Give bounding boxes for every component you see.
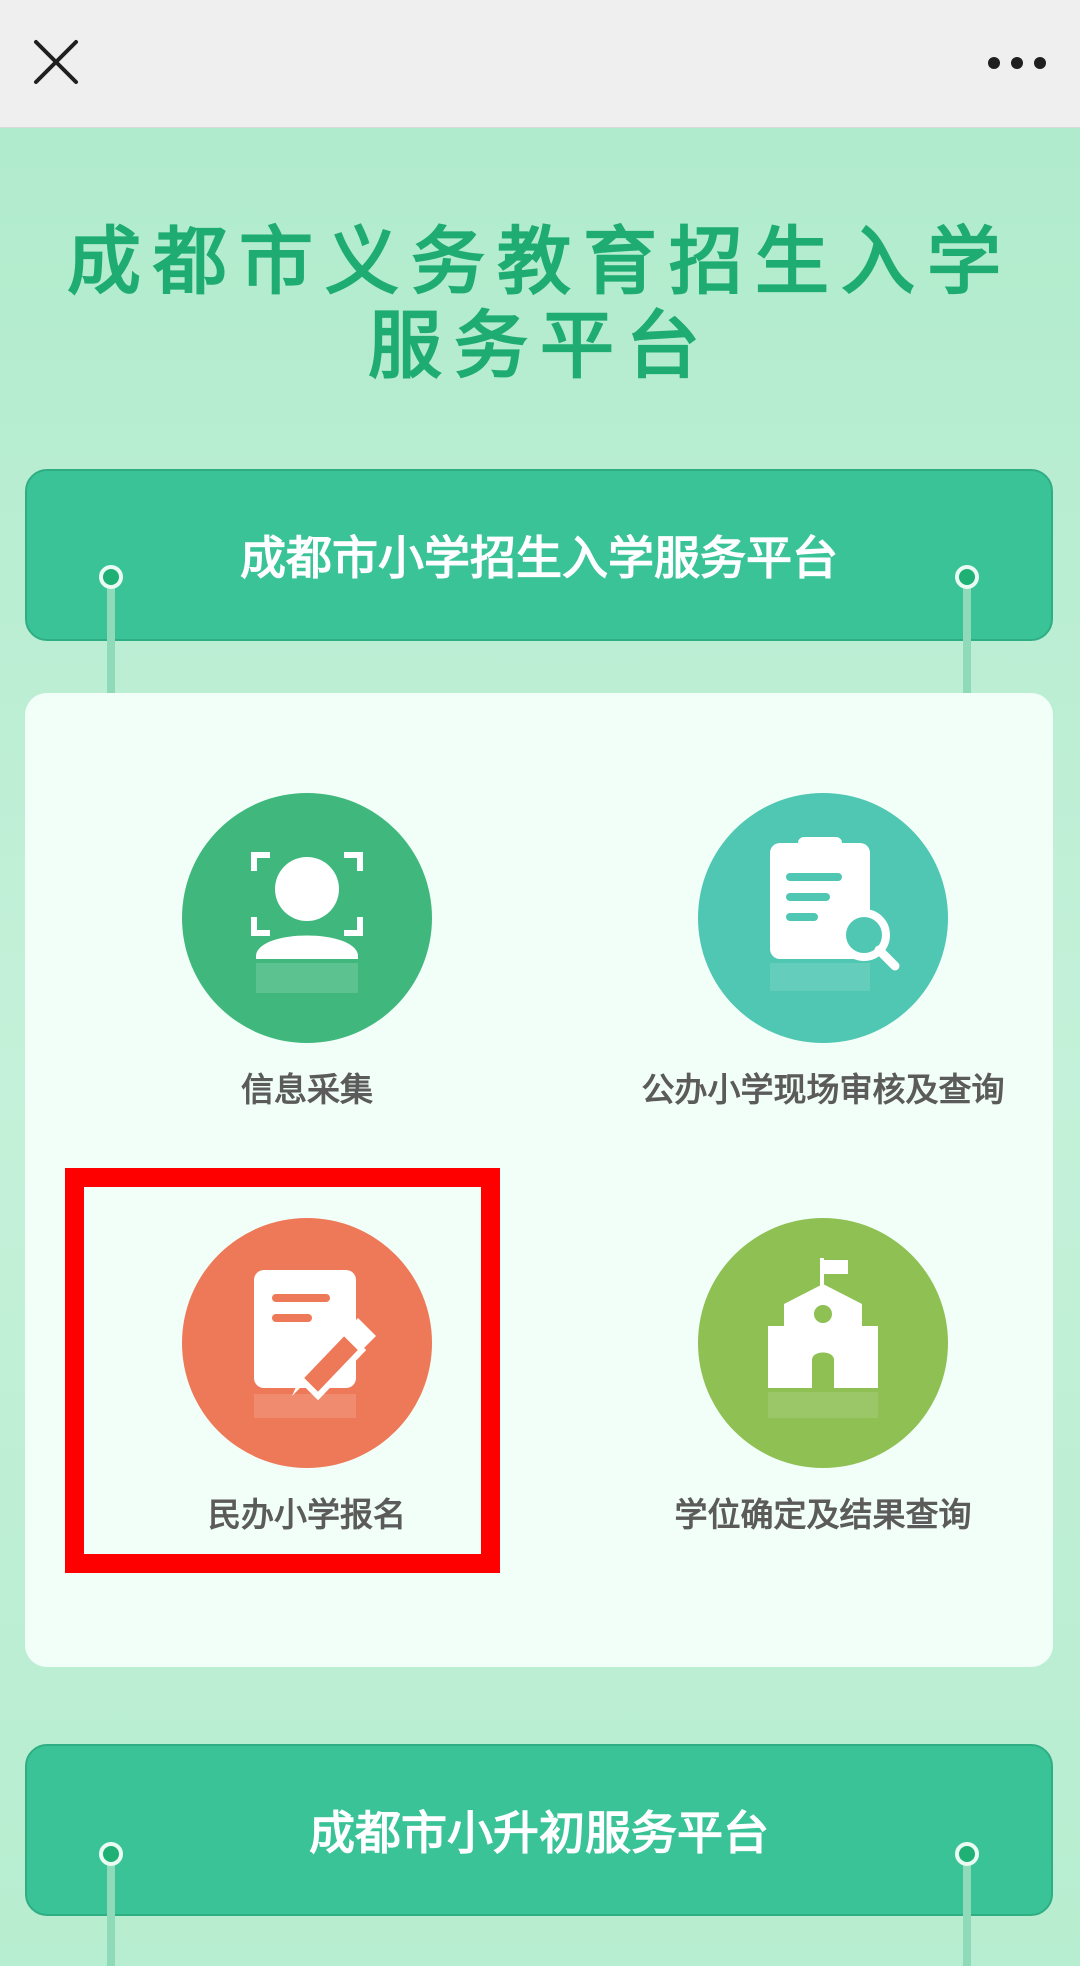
service-label: 民办小学报名 [208, 1495, 406, 1534]
service-circle [698, 793, 948, 1043]
service-label: 学位确定及结果查询 [674, 1495, 972, 1534]
left-connector-dot-top [99, 565, 123, 589]
close-icon [34, 40, 78, 84]
right-connector-dot-top [955, 565, 979, 589]
primary-school-platform-banner[interactable]: 成都市小学招生入学服务平台 [25, 469, 1053, 641]
bottom-left-connector-line [107, 1852, 115, 1966]
service-label: 公办小学现场审核及查询 [641, 1070, 1005, 1109]
service-public-school-review[interactable]: 公办小学现场审核及查询 [613, 793, 1033, 1133]
edit-document-icon [254, 1270, 376, 1418]
page-title: 成都市义务教育招生入学服务平台 [67, 219, 1013, 389]
school-building-icon [768, 1258, 878, 1418]
service-circle [182, 793, 432, 1043]
service-degree-confirmation[interactable]: 学位确定及结果查询 [613, 1218, 1033, 1558]
more-dots-icon [988, 57, 1046, 69]
service-circle [182, 1218, 432, 1468]
document-search-icon [770, 837, 900, 991]
bottom-left-connector-dot [99, 1842, 123, 1866]
primary-school-platform-label: 成都市小学招生入学服务平台 [240, 531, 838, 585]
service-private-school-registration[interactable]: 民办小学报名 [97, 1218, 517, 1558]
top-bar [0, 0, 1080, 128]
face-scan-icon [251, 852, 363, 993]
services-card: 信息采集 公办小学现场审核及查询 民办小学报名 学位确定及结果查询 [25, 693, 1053, 1667]
junior-high-platform-label: 成都市小升初服务平台 [309, 1806, 769, 1860]
more-button[interactable] [982, 38, 1052, 88]
close-button[interactable] [28, 34, 84, 90]
bottom-right-connector-line [963, 1852, 971, 1966]
junior-high-platform-banner[interactable]: 成都市小升初服务平台 [25, 1744, 1053, 1916]
service-label: 信息采集 [241, 1070, 373, 1109]
bottom-right-connector-dot [955, 1842, 979, 1866]
service-info-collection[interactable]: 信息采集 [97, 793, 517, 1133]
service-circle [698, 1218, 948, 1468]
